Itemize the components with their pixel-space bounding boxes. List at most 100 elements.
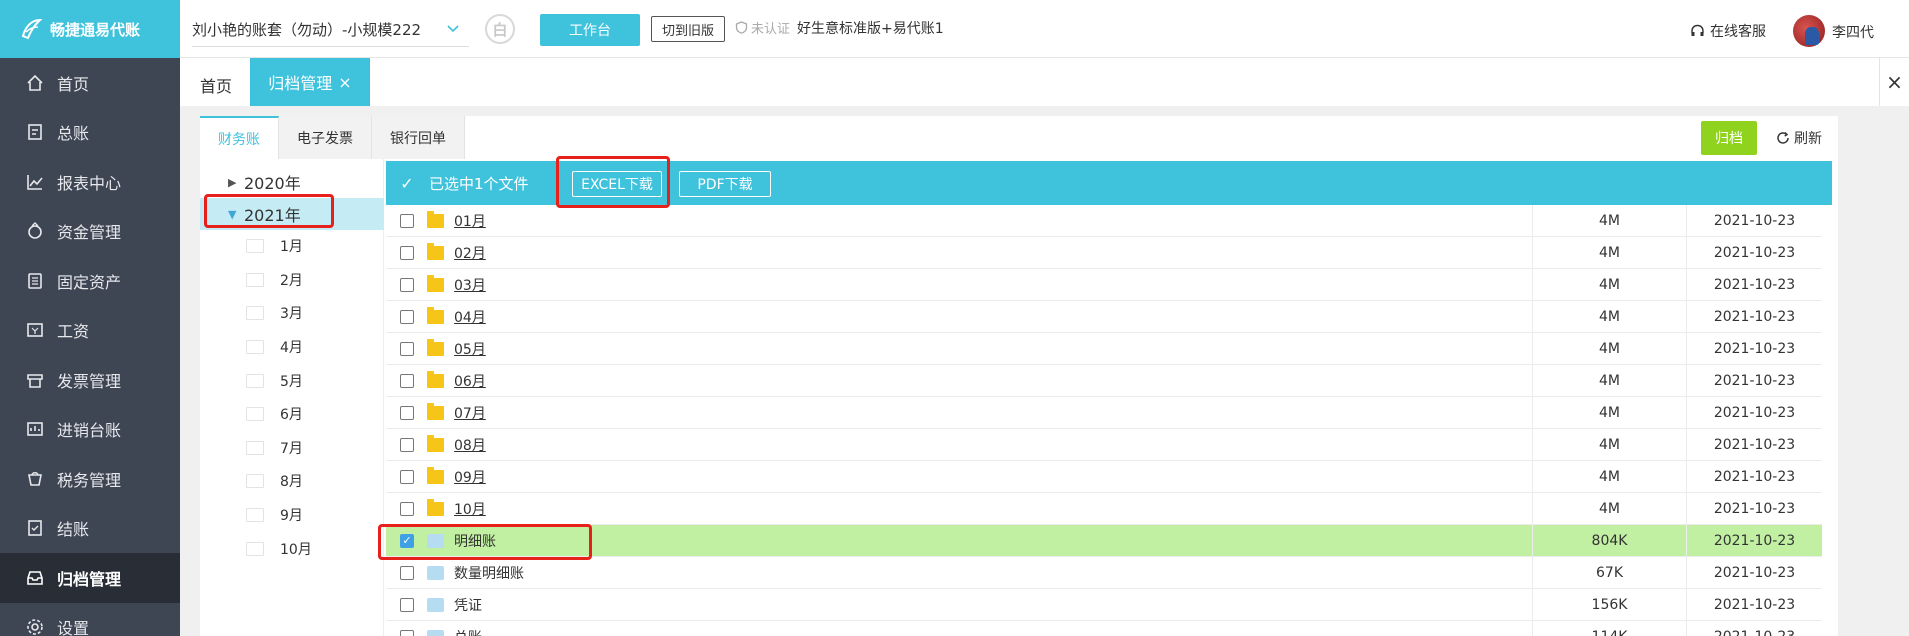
- file-size: 4M: [1532, 236, 1686, 269]
- excel-download-button[interactable]: EXCEL下载: [572, 171, 662, 197]
- file-name-link[interactable]: 08月: [454, 435, 1554, 455]
- sidebar-item-invoices[interactable]: 发票管理: [0, 355, 180, 405]
- file-name-link[interactable]: 03月: [454, 275, 1554, 295]
- tab-home[interactable]: 首页: [200, 73, 232, 97]
- folder-icon: [427, 498, 444, 516]
- tree-leaf-month[interactable]: 3月: [246, 299, 366, 327]
- file-name-link[interactable]: 09月: [454, 467, 1554, 487]
- table-row[interactable]: 02月 4M 2021-10-23: [386, 236, 1822, 269]
- archive-button[interactable]: 归档: [1701, 121, 1757, 155]
- file-name[interactable]: 总账: [454, 627, 1554, 636]
- file-date: 2021-10-23: [1686, 524, 1822, 557]
- subtab-e-invoices[interactable]: 电子发票: [279, 116, 372, 159]
- account-status-icon[interactable]: 白: [485, 14, 515, 44]
- folder-icon: [427, 274, 444, 292]
- refresh-button[interactable]: 刷新: [1776, 128, 1822, 148]
- workbench-button[interactable]: 工作台: [540, 14, 640, 46]
- tree-leaf-month[interactable]: 4月: [246, 333, 366, 361]
- select-all-checkbox[interactable]: ✓: [391, 174, 423, 193]
- table-row[interactable]: 04月 4M 2021-10-23: [386, 300, 1822, 333]
- table-row[interactable]: 09月 4M 2021-10-23: [386, 460, 1822, 493]
- file-date: 2021-10-23: [1686, 204, 1822, 237]
- table-row[interactable]: 05月 4M 2021-10-23: [386, 332, 1822, 365]
- row-checkbox[interactable]: [400, 501, 414, 516]
- username[interactable]: 李四代: [1832, 22, 1874, 42]
- tab-close-icon[interactable]: ×: [338, 73, 351, 92]
- file-name[interactable]: 明细账: [454, 531, 1554, 551]
- row-checkbox[interactable]: [400, 437, 414, 452]
- file-name-link[interactable]: 06月: [454, 371, 1554, 391]
- logo-text: 畅捷通易代账: [50, 20, 141, 39]
- table-row[interactable]: 06月 4M 2021-10-23: [386, 364, 1822, 397]
- row-checkbox[interactable]: [400, 277, 414, 292]
- table-row[interactable]: 01月 4M 2021-10-23: [386, 204, 1822, 237]
- row-checkbox-checked[interactable]: ✓: [400, 533, 414, 548]
- tree-leaf-month[interactable]: 10月: [246, 535, 366, 563]
- row-checkbox[interactable]: [400, 213, 414, 228]
- table-row[interactable]: 凭证 156K 2021-10-23: [386, 588, 1822, 621]
- row-checkbox[interactable]: [400, 565, 414, 580]
- tree-leaf-month[interactable]: 8月: [246, 467, 366, 495]
- online-support-link[interactable]: 在线客服: [1690, 21, 1766, 41]
- avatar[interactable]: [1793, 15, 1825, 47]
- sidebar-item-reports[interactable]: 报表中心: [0, 157, 180, 207]
- file-name-link[interactable]: 02月: [454, 243, 1554, 263]
- pdf-download-button[interactable]: PDF下载: [679, 171, 771, 197]
- close-icon[interactable]: ×: [1879, 58, 1909, 106]
- table-row[interactable]: 03月 4M 2021-10-23: [386, 268, 1822, 301]
- file-name[interactable]: 凭证: [454, 595, 1554, 615]
- tree-leaf-month[interactable]: 7月: [246, 434, 366, 462]
- sidebar-item-fixed-assets[interactable]: 固定资产: [0, 256, 180, 306]
- subtab-bank-receipts[interactable]: 银行回单: [372, 116, 465, 159]
- sidebar-item-archive[interactable]: 归档管理: [0, 553, 180, 603]
- sidebar-item-funds[interactable]: 资金管理: [0, 207, 180, 257]
- file-name-link[interactable]: 01月: [454, 211, 1554, 231]
- verification-status[interactable]: 未认证: [735, 18, 790, 37]
- row-checkbox[interactable]: [400, 597, 414, 612]
- selection-count: 已选中1个文件: [429, 174, 529, 193]
- row-checkbox[interactable]: [400, 629, 414, 636]
- row-checkbox[interactable]: [400, 405, 414, 420]
- tree-leaf-month[interactable]: 2月: [246, 266, 366, 294]
- file-name-link[interactable]: 10月: [454, 499, 1554, 519]
- tree-node-2020[interactable]: ▶ 2020年: [200, 166, 384, 198]
- sidebar-item-salary[interactable]: 工资: [0, 306, 180, 356]
- file-name-link[interactable]: 05月: [454, 339, 1554, 359]
- switch-old-version-button[interactable]: 切到旧版: [651, 16, 725, 42]
- tree-leaf-month[interactable]: 1月: [246, 232, 366, 260]
- sidebar-item-home[interactable]: 首页: [0, 58, 180, 108]
- row-checkbox[interactable]: [400, 309, 414, 324]
- tree-node-2021[interactable]: ▼ 2021年: [200, 198, 384, 230]
- table-row[interactable]: 总账 114K 2021-10-23: [386, 620, 1822, 636]
- invoice-icon: [25, 370, 45, 390]
- table-row[interactable]: 08月 4M 2021-10-23: [386, 428, 1822, 461]
- tab-archive-management[interactable]: 归档管理 ×: [250, 58, 370, 106]
- sidebar-item-checkout[interactable]: 结账: [0, 504, 180, 554]
- row-checkbox[interactable]: [400, 341, 414, 356]
- subtab-financial-books[interactable]: 财务账: [200, 116, 279, 159]
- table-row[interactable]: 07月 4M 2021-10-23: [386, 396, 1822, 429]
- sidebar-item-tax[interactable]: 税务管理: [0, 454, 180, 504]
- table-row-selected[interactable]: ✓ 明细账 804K 2021-10-23: [386, 524, 1822, 557]
- table-row[interactable]: 10月 4M 2021-10-23: [386, 492, 1822, 525]
- file-name-link[interactable]: 07月: [454, 403, 1554, 423]
- row-checkbox[interactable]: [400, 469, 414, 484]
- top-bar: 刘小艳的账套（勿动）-小规模222 白 工作台 切到旧版 未认证 好生意标准版+…: [180, 0, 1909, 58]
- sidebar-item-settings[interactable]: 设置: [0, 603, 180, 636]
- sidebar-item-inventory[interactable]: 进销台账: [0, 405, 180, 455]
- tree-leaf-month[interactable]: 9月: [246, 501, 366, 529]
- account-selector[interactable]: 刘小艳的账套（勿动）-小规模222: [192, 12, 469, 47]
- file-name[interactable]: 数量明细账: [454, 563, 1554, 583]
- table-row[interactable]: 数量明细账 67K 2021-10-23: [386, 556, 1822, 589]
- caret-down-icon[interactable]: ▼: [228, 208, 244, 221]
- tree-leaf-month[interactable]: 6月: [246, 400, 366, 428]
- caret-right-icon[interactable]: ▶: [228, 176, 244, 189]
- file-name-link[interactable]: 04月: [454, 307, 1554, 327]
- file-date: 2021-10-23: [1686, 460, 1822, 493]
- home-icon: [25, 73, 45, 93]
- sidebar-item-ledger[interactable]: 总账: [0, 108, 180, 158]
- tree-leaf-month[interactable]: 5月: [246, 367, 366, 395]
- row-checkbox[interactable]: [400, 373, 414, 388]
- app-logo[interactable]: 畅捷通易代账: [0, 0, 180, 58]
- row-checkbox[interactable]: [400, 245, 414, 260]
